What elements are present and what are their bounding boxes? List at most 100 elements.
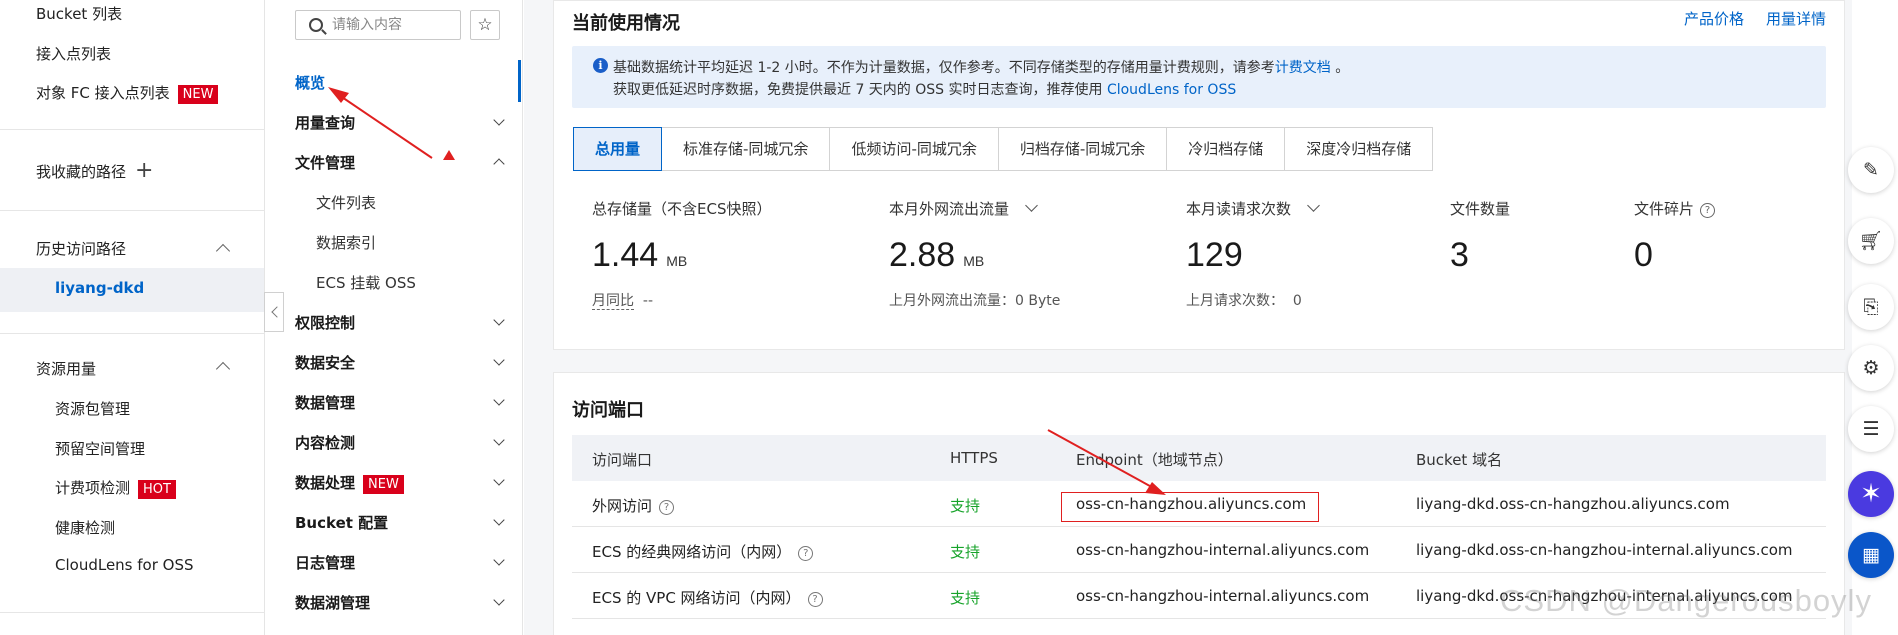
endpoint-port-cell: 外网访问? [592, 495, 675, 516]
subnav-data-management[interactable]: 数据管理 [295, 392, 355, 413]
storage-type-tabs: 总用量 标准存储-同城冗余 低频访问-同城冗余 归档存储-同城冗余 冷归档存储 … [573, 127, 1434, 171]
ai-assistant-icon[interactable]: ✶ [1848, 471, 1894, 517]
nav-cloudlens[interactable]: CloudLens for OSS [55, 556, 194, 574]
search-icon [309, 18, 323, 32]
nav-billing-check-label: 计费项检测 [55, 479, 131, 497]
https-support-cell: 支持 [950, 589, 981, 607]
help-icon[interactable]: ? [659, 500, 675, 515]
chevron-up-icon[interactable] [215, 361, 231, 377]
hot-badge: HOT [138, 480, 176, 499]
stat-total-storage-value: 1.44 MB [592, 236, 687, 275]
search-box[interactable] [295, 10, 461, 40]
endpoint-port-cell: ECS 的 VPC 网络访问（内网）? [592, 587, 823, 608]
subnav-file-list[interactable]: 文件列表 [316, 192, 376, 213]
divider [0, 612, 265, 613]
stat-file-fragments-value: 0 [1634, 236, 1653, 274]
subnav-access-control[interactable]: 权限控制 [295, 312, 355, 333]
edit-icon[interactable]: ✎ [1848, 147, 1894, 193]
bucket-domain-cell: liyang-dkd.oss-cn-hangzhou.aliyuncs.com [1416, 495, 1730, 513]
column-header: Bucket 域名 [1416, 451, 1503, 469]
stat-file-count-label: 文件数量 [1450, 200, 1511, 218]
last-month-requests-label: 上月请求次数： [1186, 293, 1284, 309]
subnav-data-processing-label: 数据处理 [295, 474, 356, 492]
help-icon[interactable]: ? [1700, 203, 1716, 218]
billing-doc-link[interactable]: 计费文档 [1275, 60, 1331, 76]
stat-outbound-traffic-label[interactable]: 本月外网流出流量 [889, 198, 1038, 219]
new-badge: NEW [363, 475, 404, 494]
nav-resource-package[interactable]: 资源包管理 [55, 398, 130, 419]
active-indicator [518, 60, 521, 102]
search-input[interactable] [332, 15, 452, 35]
info-icon: i [593, 58, 608, 73]
subnav-file-management[interactable]: 文件管理 [295, 152, 355, 173]
month-compare-value: -- [642, 293, 654, 309]
stat-unit: MB [963, 253, 985, 269]
notice-line-1: 基础数据统计平均延迟 1-2 小时。不作为计量数据，仅作参考。不同存储类型的存储… [613, 57, 1349, 77]
nav-bucket-list[interactable]: Bucket 列表 [36, 3, 122, 24]
notice-text: 。 [1335, 60, 1350, 76]
stat-number: 1.44 [592, 236, 659, 274]
row-divider [572, 526, 1826, 527]
subnav-data-index[interactable]: 数据索引 [316, 232, 376, 253]
tab-infrequent-access[interactable]: 低频访问-同城冗余 [830, 128, 999, 170]
nav-access-point-list[interactable]: 接入点列表 [36, 43, 111, 64]
nav-health-check[interactable]: 健康检测 [55, 517, 115, 538]
subnav-bucket-config[interactable]: Bucket 配置 [295, 512, 388, 533]
chat-icon[interactable]: ☰ [1848, 406, 1894, 452]
bucket-domain-cell: liyang-dkd.oss-cn-hangzhou-internal.aliy… [1416, 541, 1793, 559]
star-icon[interactable]: ☆ [470, 10, 500, 40]
stat-label-text: 本月外网流出流量 [889, 200, 1010, 218]
nav-fc-access-point-list[interactable]: 对象 FC 接入点列表 NEW [36, 82, 219, 104]
history-heading[interactable]: 历史访问路径 [36, 238, 126, 259]
tab-total-usage[interactable]: 总用量 [573, 127, 663, 171]
stat-label-text: 本月读请求次数 [1186, 200, 1292, 218]
stat-read-requests-label[interactable]: 本月读请求次数 [1186, 198, 1320, 219]
stat-file-count-value: 3 [1450, 236, 1469, 274]
subnav-data-processing[interactable]: 数据处理 NEW [295, 472, 404, 494]
subnav-data-security[interactable]: 数据安全 [295, 352, 355, 373]
column-header: HTTPS [950, 449, 998, 467]
plus-icon[interactable]: + [135, 160, 153, 182]
stat-file-fragments-label: 文件碎片? [1634, 198, 1716, 219]
nav-fc-access-point-label: 对象 FC 接入点列表 [36, 84, 170, 102]
apps-icon[interactable]: ▦ [1848, 532, 1894, 578]
cart-icon[interactable]: 🛒︎ [1848, 218, 1894, 264]
subnav-content-detection[interactable]: 内容检测 [295, 432, 355, 453]
subnav-overview[interactable]: 概览 [295, 72, 325, 93]
notice-text: 基础数据统计平均延迟 1-2 小时。不作为计量数据，仅作参考。不同存储类型的存储… [613, 60, 1275, 76]
tab-deep-cold-archive[interactable]: 深度冷归档存储 [1285, 128, 1432, 170]
product-price-link[interactable]: 产品价格 [1684, 8, 1744, 29]
new-badge: NEW [177, 85, 219, 104]
nav-billing-check[interactable]: 计费项检测 HOT [55, 477, 176, 499]
subnav-ecs-mount-oss[interactable]: ECS 挂载 OSS [316, 272, 416, 293]
stat-last-month-requests: 上月请求次数： 0 [1186, 290, 1302, 310]
settings-icon[interactable]: ⚙ [1848, 345, 1894, 391]
column-header: Endpoint（地域节点） [1076, 451, 1233, 469]
tab-standard-storage[interactable]: 标准存储-同城冗余 [662, 128, 831, 170]
resource-usage-heading[interactable]: 资源用量 [36, 358, 96, 379]
usage-detail-link[interactable]: 用量详情 [1766, 8, 1826, 29]
help-icon[interactable]: ? [798, 546, 814, 561]
subnav-log-management[interactable]: 日志管理 [295, 552, 355, 573]
stat-read-requests-value: 129 [1186, 236, 1243, 274]
endpoint-cell: oss-cn-hangzhou-internal.aliyuncs.com [1076, 541, 1370, 559]
tab-cold-archive[interactable]: 冷归档存储 [1167, 128, 1286, 170]
divider [0, 333, 265, 334]
usage-title: 当前使用情况 [572, 13, 680, 34]
history-item-liyang-dkd[interactable]: liyang-dkd [55, 279, 144, 297]
collapse-sidebar-button[interactable] [264, 292, 284, 332]
help-icon[interactable]: ? [807, 592, 823, 607]
stat-label-text: 文件碎片 [1634, 200, 1695, 218]
subnav-data-lake[interactable]: 数据湖管理 [295, 592, 370, 613]
cloudlens-link[interactable]: CloudLens for OSS [1107, 82, 1236, 98]
chevron-down-icon[interactable] [1025, 199, 1038, 212]
favorites-heading: 我收藏的路径 [36, 163, 127, 181]
tab-archive-storage[interactable]: 归档存储-同城冗余 [999, 128, 1168, 170]
chevron-down-icon[interactable] [1307, 199, 1320, 212]
divider [0, 210, 265, 211]
chevron-up-icon[interactable] [215, 243, 231, 259]
subnav-usage-query[interactable]: 用量查询 [295, 112, 355, 133]
api-icon[interactable]: ⎘ [1848, 284, 1894, 330]
nav-reserved-space[interactable]: 预留空间管理 [55, 438, 145, 459]
port-label: ECS 的经典网络访问（内网） [592, 543, 792, 561]
